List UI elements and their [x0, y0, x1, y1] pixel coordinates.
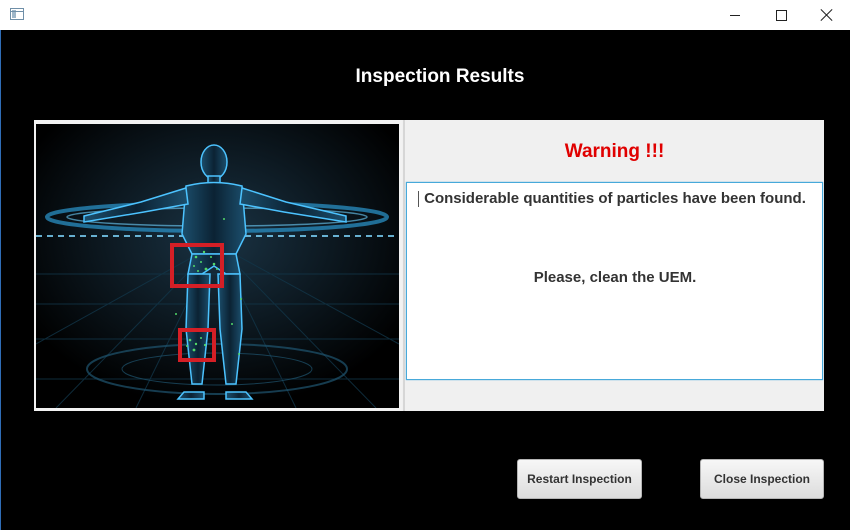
window-close-button[interactable] — [804, 0, 850, 30]
maximize-button[interactable] — [758, 0, 804, 30]
scan-image-frame — [34, 120, 402, 411]
result-message-area[interactable]: Considerable quantities of particles hav… — [406, 182, 823, 380]
window-border — [0, 30, 1, 530]
message-line-1: Considerable quantities of particles hav… — [415, 189, 815, 209]
body-scan-illustration — [36, 124, 399, 408]
maximize-icon — [775, 9, 787, 21]
restart-inspection-button[interactable]: Restart Inspection — [517, 459, 642, 499]
minimize-icon — [730, 14, 740, 16]
close-inspection-button[interactable]: Close Inspection — [700, 459, 824, 499]
close-icon — [821, 9, 833, 21]
message-line-2: Please, clean the UEM. — [533, 269, 697, 286]
page-title: Inspection Results — [355, 66, 525, 87]
window-app-icon — [10, 8, 24, 20]
panel-divider — [403, 120, 405, 411]
warning-title: Warning !!! — [564, 141, 665, 162]
body-scan-image — [36, 124, 399, 408]
title-bar — [0, 0, 850, 30]
minimize-button[interactable] — [712, 0, 758, 30]
results-panel: Warning !!! Considerable quantities of p… — [34, 120, 824, 411]
